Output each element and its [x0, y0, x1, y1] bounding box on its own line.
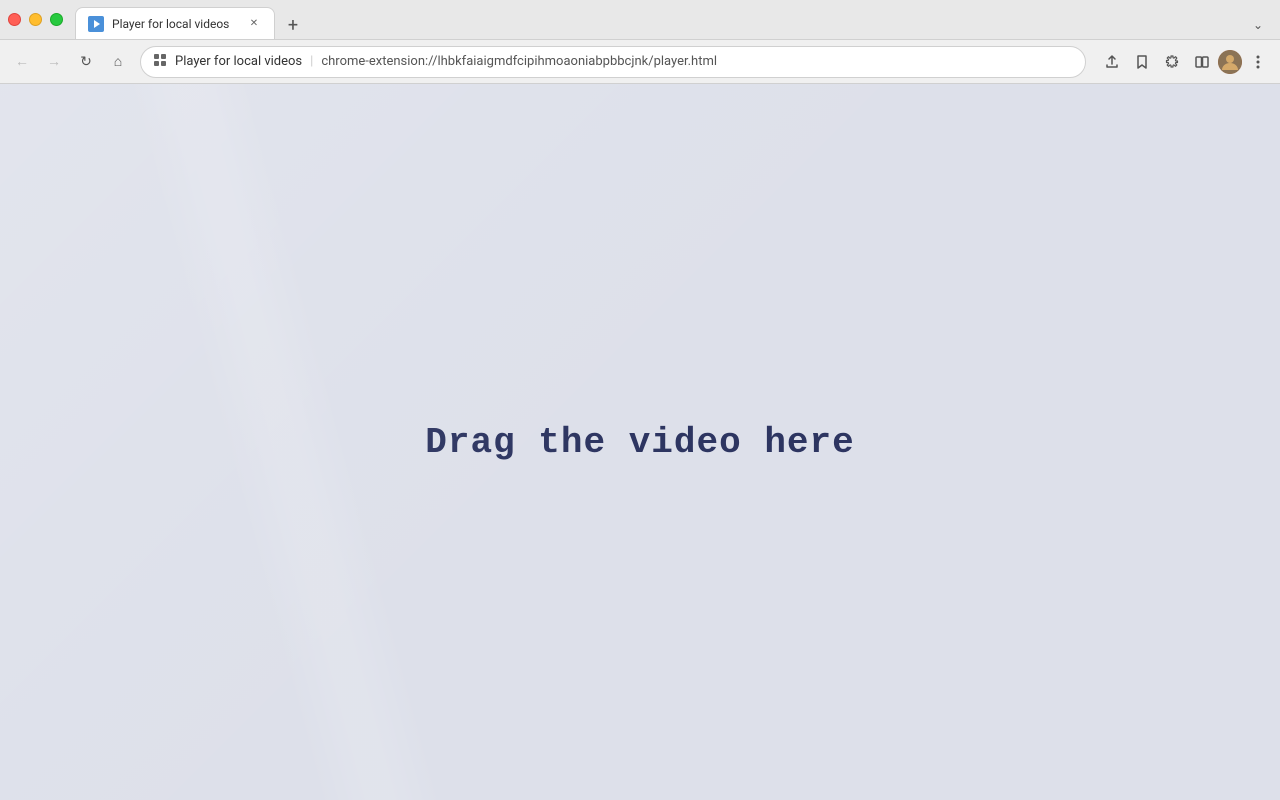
- back-button[interactable]: ←: [8, 48, 36, 76]
- tabs-overflow-button[interactable]: ⌄: [1244, 11, 1272, 39]
- profile-avatar[interactable]: [1218, 50, 1242, 74]
- address-bar[interactable]: Player for local videos | chrome-extensi…: [140, 46, 1086, 78]
- maximize-button[interactable]: [50, 13, 63, 26]
- active-tab[interactable]: Player for local videos ✕: [75, 7, 275, 39]
- page-content[interactable]: Drag the video here: [0, 84, 1280, 800]
- tab-close-button[interactable]: ✕: [246, 16, 262, 32]
- tab-title: Player for local videos: [112, 17, 238, 31]
- security-icon: [153, 53, 167, 70]
- browser-window: Player for local videos ✕ + ⌄ ← → ↻ ⌂ Pl…: [0, 0, 1280, 800]
- minimize-button[interactable]: [29, 13, 42, 26]
- address-url: chrome-extension://lhbkfaiaigmdfcipihmoa…: [321, 54, 1073, 69]
- tab-favicon: [88, 16, 104, 32]
- title-bar: Player for local videos ✕ + ⌄: [0, 0, 1280, 40]
- nav-bar: ← → ↻ ⌂ Player for local videos | chrome…: [0, 40, 1280, 84]
- nav-actions: [1098, 48, 1272, 76]
- extensions-button[interactable]: [1158, 48, 1186, 76]
- split-screen-button[interactable]: [1188, 48, 1216, 76]
- new-tab-button[interactable]: +: [279, 11, 307, 39]
- drop-instruction-text: Drag the video here: [425, 422, 854, 463]
- tabs-bar: Player for local videos ✕ + ⌄: [75, 0, 1272, 39]
- video-drop-area[interactable]: Drag the video here: [0, 84, 1280, 800]
- share-button[interactable]: [1098, 48, 1126, 76]
- menu-button[interactable]: [1244, 48, 1272, 76]
- forward-button[interactable]: →: [40, 48, 68, 76]
- address-divider: |: [310, 54, 313, 69]
- traffic-lights: [8, 13, 63, 26]
- site-name: Player for local videos: [175, 54, 302, 69]
- close-button[interactable]: [8, 13, 21, 26]
- home-button[interactable]: ⌂: [104, 48, 132, 76]
- bookmark-button[interactable]: [1128, 48, 1156, 76]
- reload-button[interactable]: ↻: [72, 48, 100, 76]
